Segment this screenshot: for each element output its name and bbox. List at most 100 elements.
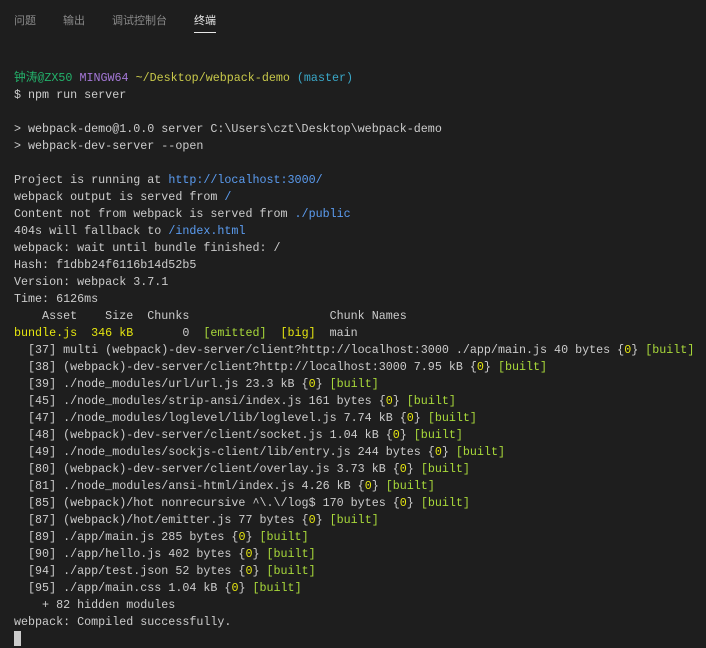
terminal-text: [94] ./app/test.json 52 bytes { xyxy=(14,564,246,578)
terminal-text: [built] xyxy=(259,530,309,544)
terminal-line: [47] ./node_modules/loglevel/lib/logleve… xyxy=(14,410,706,427)
terminal-text: 钟涛@ZX50 xyxy=(14,71,80,85)
terminal-text: } xyxy=(399,428,414,442)
terminal-text: [45] ./node_modules/strip-ansi/index.js … xyxy=(14,394,386,408)
terminal-text: } xyxy=(413,411,428,425)
terminal-text: 404s will fallback to xyxy=(14,224,169,238)
terminal-line: [49] ./node_modules/sockjs-client/lib/en… xyxy=(14,444,706,461)
terminal-text: 0 xyxy=(406,411,414,425)
terminal-text: > webpack-demo@1.0.0 server C:\Users\czt… xyxy=(14,122,442,136)
terminal-text: ~/Desktop/webpack-demo xyxy=(135,71,297,85)
terminal-text: 0 xyxy=(392,428,400,442)
terminal-text: [47] ./node_modules/loglevel/lib/logleve… xyxy=(14,411,407,425)
terminal-text: [49] ./node_modules/sockjs-client/lib/en… xyxy=(14,445,435,459)
terminal-text: [built] xyxy=(266,564,316,578)
terminal-line: [48] (webpack)-dev-server/client/socket.… xyxy=(14,427,706,444)
terminal-text: } xyxy=(441,445,456,459)
terminal-line: 404s will fallback to /index.html xyxy=(14,223,706,240)
terminal-text: [89] ./app/main.js 285 bytes { xyxy=(14,530,239,544)
terminal-cursor xyxy=(14,631,21,646)
terminal-text: webpack: wait until bundle finished: / xyxy=(14,241,281,255)
terminal-text: } xyxy=(371,479,386,493)
terminal-text: webpack: Compiled successfully. xyxy=(14,615,232,629)
panel-tabs: 问题 输出 调试控制台 终端 xyxy=(0,0,706,40)
terminal-line: [37] multi (webpack)-dev-server/client?h… xyxy=(14,342,706,359)
terminal-line: bundle.js 346 kB 0 [emitted] [big] main xyxy=(14,325,706,342)
terminal-text: [big] xyxy=(280,326,316,340)
terminal-text: [built] xyxy=(252,581,302,595)
terminal-text: } xyxy=(252,564,267,578)
terminal-text: [39] ./node_modules/url/url.js 23.3 kB { xyxy=(14,377,309,391)
terminal-line: webpack: Compiled successfully. xyxy=(14,614,706,631)
terminal-text: } xyxy=(252,547,267,561)
terminal-line: [95] ./app/main.css 1.04 kB {0} [built] xyxy=(14,580,706,597)
terminal-text: http://localhost:3000/ xyxy=(168,173,323,187)
terminal-line: [85] (webpack)/hot nonrecursive ^\.\/log… xyxy=(14,495,706,512)
terminal-text: [85] (webpack)/hot nonrecursive ^\.\/log… xyxy=(14,496,400,510)
terminal-line: [38] (webpack)-dev-server/client?http://… xyxy=(14,359,706,376)
terminal-text: ./public xyxy=(294,207,351,221)
terminal-text: (master) xyxy=(296,71,354,85)
terminal-text: [built] xyxy=(645,343,695,357)
terminal-text: } xyxy=(483,360,498,374)
tab-terminal[interactable]: 终端 xyxy=(194,8,216,33)
terminal-text: > webpack-dev-server --open xyxy=(14,139,204,153)
terminal-text: Asset Size Chunks Chunk Names xyxy=(14,309,407,323)
terminal-line: webpack output is served from / xyxy=(14,189,706,206)
terminal-text: } xyxy=(631,343,646,357)
terminal-text: [built] xyxy=(420,496,470,510)
terminal-line: [80] (webpack)-dev-server/client/overlay… xyxy=(14,461,706,478)
terminal-text: webpack output is served from xyxy=(14,190,225,204)
terminal-text: [87] (webpack)/hot/emitter.js 77 bytes { xyxy=(14,513,309,527)
terminal-line: [45] ./node_modules/strip-ansi/index.js … xyxy=(14,393,706,410)
terminal-line: [90] ./app/hello.js 402 bytes {0} [built… xyxy=(14,546,706,563)
terminal-text: } xyxy=(392,394,407,408)
terminal-text: [38] (webpack)-dev-server/client?http://… xyxy=(14,360,477,374)
terminal-text: 0 xyxy=(399,496,407,510)
terminal-line: [89] ./app/main.js 285 bytes {0} [built] xyxy=(14,529,706,546)
terminal-text: Time: 6126ms xyxy=(14,292,99,306)
terminal-text: + 82 hidden modules xyxy=(14,598,176,612)
terminal-text: MINGW64 xyxy=(79,71,136,85)
terminal-text: main xyxy=(315,326,358,340)
terminal-text: [95] ./app/main.css 1.04 kB { xyxy=(14,581,232,595)
terminal-text: [90] ./app/hello.js 402 bytes { xyxy=(14,547,246,561)
terminal-text: [built] xyxy=(329,513,379,527)
terminal-text: [built] xyxy=(266,547,316,561)
terminal-text: } xyxy=(238,581,253,595)
terminal-line: Time: 6126ms xyxy=(14,291,706,308)
terminal-line: 钟涛@ZX50 MINGW64 ~/Desktop/webpack-demo (… xyxy=(14,70,706,87)
terminal-text: } xyxy=(315,513,330,527)
terminal-line: > webpack-demo@1.0.0 server C:\Users\czt… xyxy=(14,121,706,138)
terminal-text: 0 xyxy=(434,445,442,459)
terminal-text: [built] xyxy=(497,360,548,374)
terminal-text: [built] xyxy=(329,377,379,391)
terminal-text: 0 xyxy=(385,394,393,408)
tab-output[interactable]: 输出 xyxy=(63,8,85,32)
terminal-text: Content not from webpack is served from xyxy=(14,207,295,221)
terminal-text: $ npm run server xyxy=(14,88,127,102)
terminal-output[interactable]: 钟涛@ZX50 MINGW64 ~/Desktop/webpack-demo (… xyxy=(14,53,706,648)
terminal-text: [built] xyxy=(413,428,463,442)
terminal-text: / xyxy=(224,190,232,204)
terminal-text: } xyxy=(406,462,421,476)
terminal-text: [81] ./node_modules/ansi-html/index.js 4… xyxy=(14,479,365,493)
terminal-text: [built] xyxy=(427,411,477,425)
tab-problems[interactable]: 问题 xyxy=(14,8,36,32)
tab-debug-console[interactable]: 调试控制台 xyxy=(112,8,167,32)
terminal-text: } xyxy=(245,530,260,544)
terminal-line: webpack: wait until bundle finished: / xyxy=(14,240,706,257)
terminal-text: } xyxy=(315,377,330,391)
terminal-line: [94] ./app/test.json 52 bytes {0} [built… xyxy=(14,563,706,580)
terminal-text: [48] (webpack)-dev-server/client/socket.… xyxy=(14,428,393,442)
terminal-text: 0 xyxy=(308,377,316,391)
terminal-text: Project is running at xyxy=(14,173,169,187)
terminal-text: Hash: f1dbb24f6116b14d52b5 xyxy=(14,258,197,272)
terminal-text: 0 xyxy=(399,462,407,476)
terminal-line: $ npm run server xyxy=(14,87,706,104)
terminal-line: [81] ./node_modules/ansi-html/index.js 4… xyxy=(14,478,706,495)
